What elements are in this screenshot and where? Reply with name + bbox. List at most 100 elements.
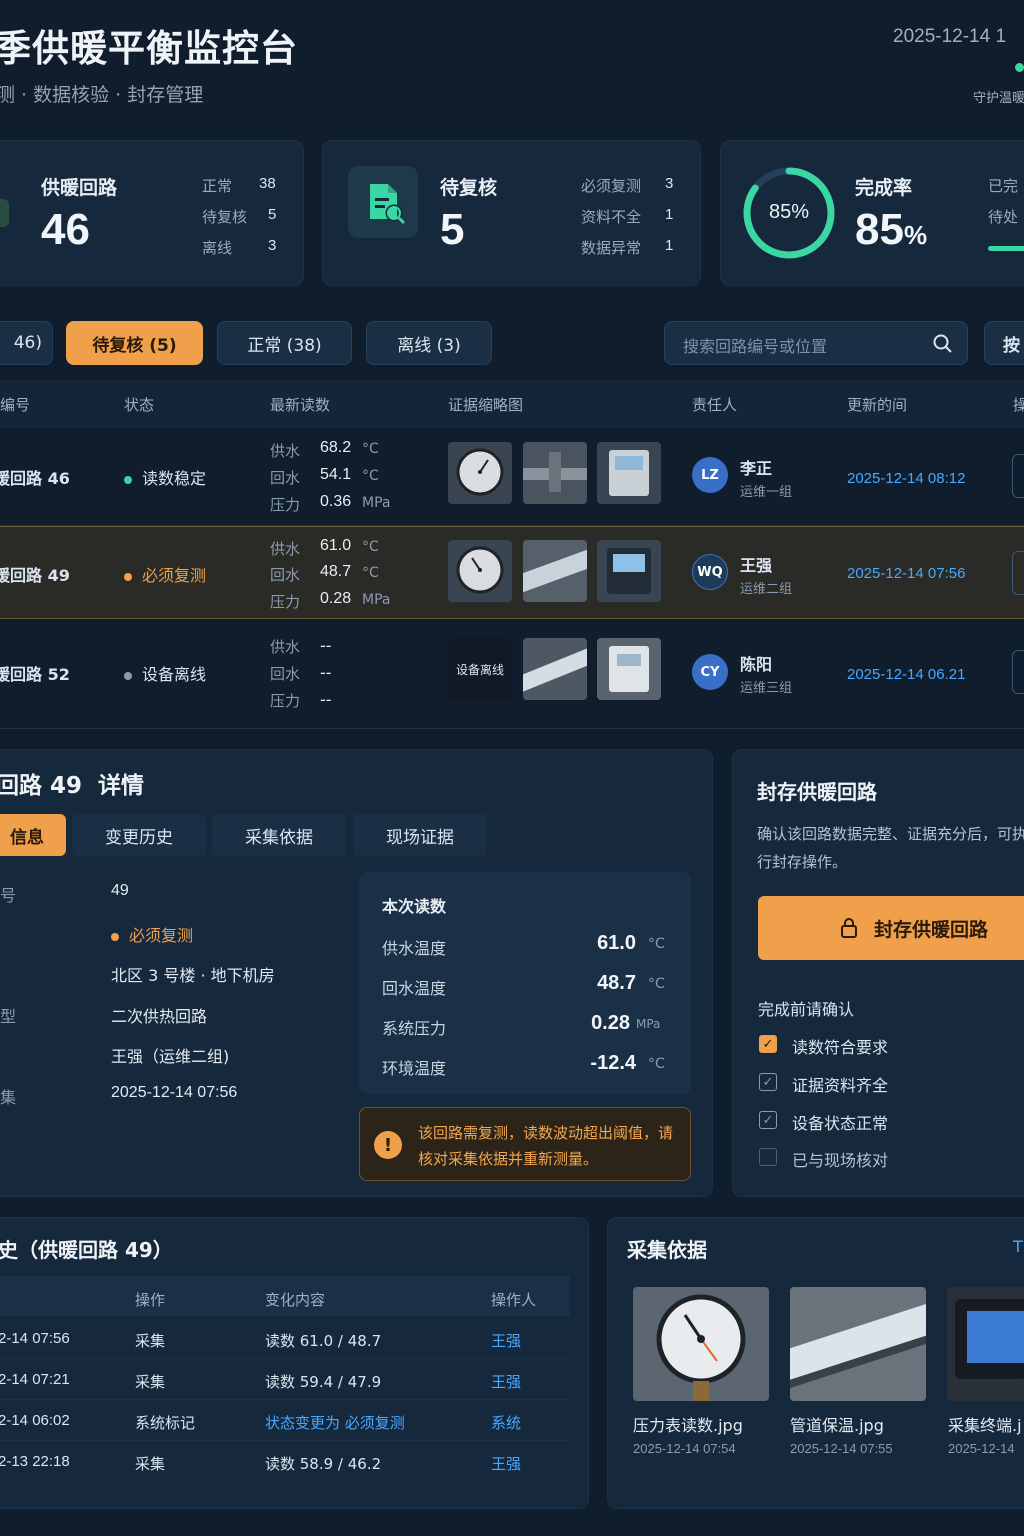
- lock-icon: [841, 918, 857, 938]
- history-time: 2-13 22:18: [0, 1453, 70, 1470]
- history-op: 采集: [135, 1455, 166, 1473]
- search-icon[interactable]: [933, 334, 953, 354]
- meter-thumbnail[interactable]: [597, 540, 661, 602]
- filter-all-button[interactable]: 46): [0, 321, 53, 365]
- history-user-link[interactable]: 王强: [491, 1330, 521, 1351]
- history-change: 读数 59.4 / 47.9: [265, 1373, 382, 1391]
- owner-name: 李正: [740, 459, 773, 478]
- frosted-pipe-thumbnail[interactable]: [523, 540, 587, 602]
- reading-label: 回水: [270, 665, 301, 683]
- reading-unit: °C: [648, 976, 665, 992]
- stat-kv-value: 38: [259, 175, 276, 192]
- stat-card-review: 待复核 5 必须复测 3 资料不全 1 数据异常 1: [322, 140, 701, 286]
- status-indicator: [1015, 63, 1024, 72]
- tab-evidence[interactable]: 现场证据: [353, 814, 487, 856]
- stat-label: 完成率: [855, 177, 913, 199]
- search-input[interactable]: 搜索回路编号或位置: [664, 321, 968, 365]
- seal-description: 确认该回路数据完整、证据充分后，可执行封存操作。: [757, 825, 1024, 871]
- tab-info[interactable]: 信息: [0, 814, 66, 856]
- warning-icon: !: [374, 1131, 402, 1159]
- tab-history[interactable]: 变更历史: [72, 814, 206, 856]
- pipe-valve-thumbnail[interactable]: [523, 442, 587, 504]
- col-updated: 更新的间: [847, 396, 908, 414]
- stat-label: 待复核: [440, 177, 498, 199]
- history-op: 采集: [135, 1332, 166, 1350]
- info-value: 49: [111, 882, 129, 899]
- history-title: 史（供暖回路 49）: [0, 1238, 173, 1262]
- stat-kv-label: 待处: [988, 208, 1019, 226]
- stat-label: 供暖回路: [41, 177, 118, 199]
- basis-link[interactable]: T: [1013, 1237, 1023, 1256]
- history-op: 系统标记: [135, 1414, 196, 1432]
- checkbox-label: 已与现场核对: [792, 1151, 889, 1170]
- document-search-icon: [348, 166, 418, 238]
- col-evidence: 证据缩略图: [448, 396, 524, 414]
- gauge-thumbnail[interactable]: [448, 540, 512, 602]
- row-action-button[interactable]: [1012, 551, 1024, 595]
- reading-value: 48.7: [597, 972, 636, 994]
- seal-button-label: 封存供暖回路: [874, 919, 989, 941]
- gauge-photo[interactable]: [633, 1287, 769, 1401]
- meter-thumbnail[interactable]: [597, 442, 661, 504]
- checkbox-evidence-ok[interactable]: ✓: [759, 1073, 777, 1091]
- checkbox-label: 设备状态正常: [792, 1114, 889, 1133]
- sort-button[interactable]: 按: [984, 321, 1024, 365]
- reading-value: --: [320, 690, 332, 709]
- pipe-photo[interactable]: [790, 1287, 926, 1401]
- filter-normal-button[interactable]: 正常 (38): [217, 321, 352, 365]
- history-time: 2-14 07:56: [0, 1330, 70, 1347]
- checkbox-device-ok[interactable]: ✓: [759, 1111, 777, 1129]
- stat-value: 5: [440, 205, 465, 254]
- meter-thumbnail[interactable]: [597, 638, 661, 700]
- owner-name: 王强: [740, 556, 773, 575]
- reading-value: -12.4: [590, 1052, 636, 1074]
- loop-id[interactable]: 暖回路 46: [0, 465, 70, 489]
- stat-kv-label: 资料不全: [581, 208, 642, 226]
- info-value: 北区 3 号楼 · 地下机房: [111, 966, 275, 985]
- info-label: 型: [0, 1007, 17, 1026]
- history-user-link[interactable]: 王强: [491, 1371, 521, 1392]
- avatar: CY: [692, 654, 728, 690]
- seal-title: 封存供暖回路: [757, 780, 877, 804]
- reading-unit: °C: [362, 468, 379, 484]
- loop-id[interactable]: 暖回路 49: [0, 562, 70, 586]
- row-action-button[interactable]: [1012, 454, 1024, 498]
- reading-value: --: [320, 663, 332, 682]
- reading-label: 供水: [270, 442, 301, 460]
- seal-button[interactable]: 封存供暖回路: [758, 896, 1024, 960]
- tab-basis[interactable]: 采集依据: [212, 814, 346, 856]
- reading-label: 供水: [270, 540, 301, 558]
- ring-label: 85%: [768, 201, 810, 223]
- checkbox-site-verified[interactable]: [759, 1148, 777, 1166]
- filter-review-button[interactable]: 待复核 (5): [66, 321, 203, 365]
- photo-name: 管道保温.jpg: [790, 1416, 884, 1435]
- frosted-pipe-thumbnail[interactable]: [523, 638, 587, 700]
- stat-kv-label: 已完: [988, 177, 1019, 195]
- loop-id[interactable]: 暖回路 52: [0, 661, 70, 685]
- owner-name: 陈阳: [740, 655, 773, 674]
- photo-time: 2025-12-14: [948, 1441, 1015, 1456]
- reading-label: 压力: [270, 496, 301, 514]
- reading-label: 压力: [270, 593, 301, 611]
- detail-title: 回路 49 详情: [0, 773, 145, 799]
- avatar: LZ: [692, 457, 728, 493]
- terminal-photo[interactable]: [947, 1287, 1024, 1401]
- stat-kv-label: 待复核: [202, 208, 248, 226]
- current-datetime: 2025-12-14 1: [893, 26, 1007, 47]
- stat-kv-label: 离线: [202, 239, 233, 257]
- stat-kv-label: 正常: [202, 177, 233, 195]
- confirm-title: 完成前请确认: [758, 1000, 855, 1019]
- filter-offline-button[interactable]: 离线 (3): [366, 321, 492, 365]
- row-action-button[interactable]: [1012, 650, 1024, 694]
- history-change-link[interactable]: 状态变更为 必须复测: [265, 1412, 405, 1433]
- avatar: WQ: [692, 554, 728, 590]
- reading-label: 供水温度: [382, 939, 447, 958]
- history-user-link[interactable]: 系统: [491, 1412, 521, 1433]
- guard-label: 守护温暖: [973, 91, 1024, 106]
- reading-value: 0.36: [320, 493, 352, 510]
- offline-thumbnail[interactable]: 设备离线: [448, 638, 512, 700]
- checkbox-reading-ok[interactable]: ✓: [759, 1035, 777, 1053]
- info-label: 集: [0, 1088, 17, 1107]
- history-user-link[interactable]: 王强: [491, 1453, 521, 1474]
- gauge-thumbnail[interactable]: [448, 442, 512, 504]
